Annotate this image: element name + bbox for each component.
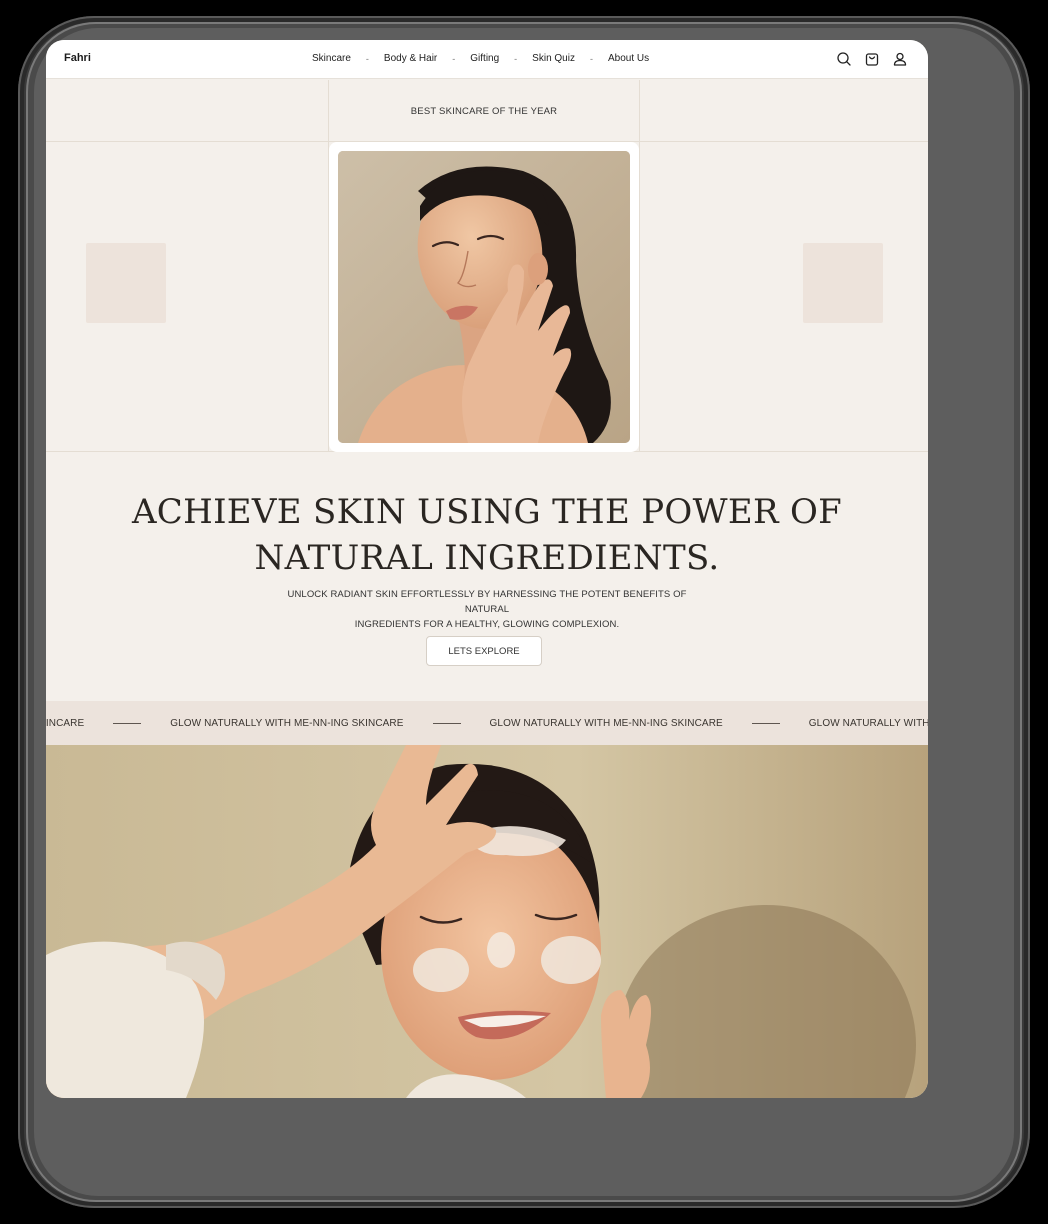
decorative-square-left <box>86 243 166 323</box>
hero-photo-card <box>329 142 639 452</box>
nav-separator: - <box>452 53 456 64</box>
nav-link-skin-quiz[interactable]: Skin Quiz <box>532 53 575 64</box>
user-icon[interactable] <box>892 51 908 67</box>
hero-image-row <box>46 142 928 452</box>
headline-line-2: NATURAL INGREDIENTS. <box>254 538 720 578</box>
nav-separator: - <box>589 53 593 64</box>
search-icon[interactable] <box>836 51 852 67</box>
marquee-item: GLOW NATURALLY WITH ME-NN-ING SKINCARE <box>170 717 404 729</box>
hero-headline: ACHIEVE SKIN USING THE POWER OF NATURAL … <box>46 489 928 581</box>
marquee-item: GLOW NATURALLY WITH ME-NN-ING SKINCARE <box>46 717 85 729</box>
marquee-item: GLOW NATURALLY WITH ME-NN-ING SKINCARE <box>808 717 928 729</box>
grid-line <box>328 142 329 452</box>
hero-subtext: UNLOCK RADIANT SKIN EFFORTLESSLY BY HARN… <box>266 587 708 632</box>
subtext-line-1: UNLOCK RADIANT SKIN EFFORTLESSLY BY HARN… <box>287 589 687 615</box>
nav-link-gifting[interactable]: Gifting <box>470 53 499 64</box>
browser-screen: Fahri Skincare - Body & Hair - Gifting -… <box>46 40 928 1098</box>
nav-link-skincare[interactable]: Skincare <box>312 53 351 64</box>
cart-icon[interactable] <box>864 51 880 67</box>
hero-portrait-image <box>338 151 630 443</box>
grid-line <box>639 80 640 142</box>
headline-line-1: ACHIEVE SKIN USING THE POWER OF <box>131 492 843 532</box>
hero-tagline: BEST SKINCARE OF THE YEAR <box>410 105 558 117</box>
hero-tag-row: BEST SKINCARE OF THE YEAR <box>46 80 928 142</box>
nav-link-about-us[interactable]: About Us <box>608 53 649 64</box>
marquee-divider <box>751 722 780 724</box>
nav-icons <box>836 51 908 67</box>
marquee-track: GLOW NATURALLY WITH ME-NN-ING SKINCARE G… <box>46 701 928 745</box>
decorative-square-right <box>803 243 883 323</box>
nav-links: Skincare - Body & Hair - Gifting - Skin … <box>312 53 649 64</box>
top-navigation: Fahri Skincare - Body & Hair - Gifting -… <box>46 40 928 79</box>
brand-logo[interactable]: Fahri <box>64 52 91 64</box>
lets-explore-button[interactable]: LETS EXPLORE <box>426 636 542 666</box>
marquee-item: GLOW NATURALLY WITH ME-NN-ING SKINCARE <box>489 717 723 729</box>
grid-line <box>639 142 640 452</box>
cleansing-model-image <box>46 745 928 1098</box>
nav-separator: - <box>514 53 518 64</box>
nav-link-body-hair[interactable]: Body & Hair <box>384 53 437 64</box>
marquee-banner: GLOW NATURALLY WITH ME-NN-ING SKINCARE G… <box>46 701 928 745</box>
marquee-divider <box>432 722 461 724</box>
subtext-line-2: INGREDIENTS FOR A HEALTHY, GLOWING COMPL… <box>354 619 620 630</box>
marquee-divider <box>113 722 142 724</box>
nav-separator: - <box>365 53 369 64</box>
